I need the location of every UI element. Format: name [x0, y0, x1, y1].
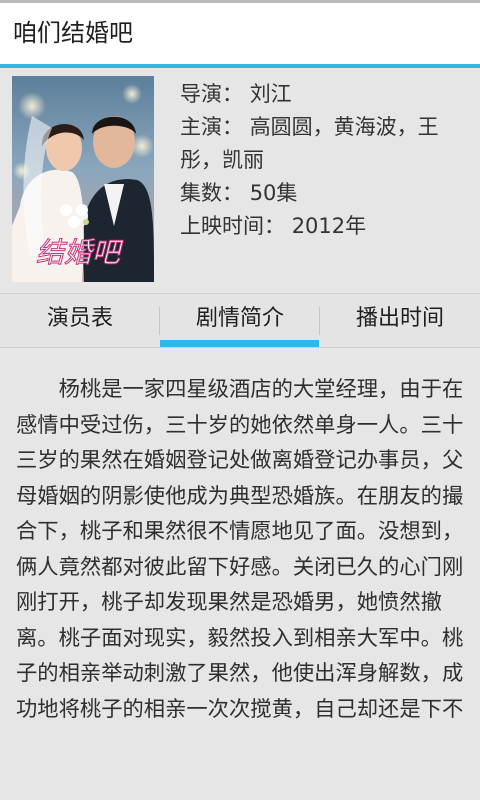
title-bar: 咱们结婚吧	[0, 0, 480, 64]
cast-label: 主演：	[180, 115, 243, 139]
tab-cast[interactable]: 演员表	[0, 294, 160, 347]
director-row: 导演： 刘江	[180, 78, 472, 111]
tab-airtime[interactable]: 播出时间	[320, 294, 480, 347]
episodes-value: 50集	[249, 181, 298, 205]
page-title: 咱们结婚吧	[13, 19, 133, 47]
episodes-label: 集数：	[180, 181, 243, 205]
poster-title-art: 结婚吧	[36, 236, 124, 269]
show-details: 导演： 刘江 主演： 高圆圆，黄海波，王彤，凯丽 集数： 50集 上映时间： 2…	[180, 78, 472, 243]
release-value: 2012年	[291, 214, 367, 238]
episodes-row: 集数： 50集	[180, 177, 472, 210]
selected-tab-indicator	[160, 340, 319, 347]
cast-row: 主演： 高圆圆，黄海波，王彤，凯丽	[180, 111, 472, 177]
director-value: 刘江	[249, 82, 292, 106]
show-info-section: 结婚吧 导演： 刘江 主演： 高圆圆，黄海波，王彤，凯丽 集数： 50集 上映时…	[0, 68, 480, 292]
release-row: 上映时间： 2012年	[180, 210, 472, 243]
release-label: 上映时间：	[180, 214, 285, 238]
synopsis-text: 杨桃是一家四星级酒店的大堂经理，由于在感情中受过伤，三十岁的她依然单身一人。三十…	[16, 377, 464, 722]
poster-image[interactable]: 结婚吧	[12, 76, 154, 282]
director-label: 导演：	[180, 82, 243, 106]
